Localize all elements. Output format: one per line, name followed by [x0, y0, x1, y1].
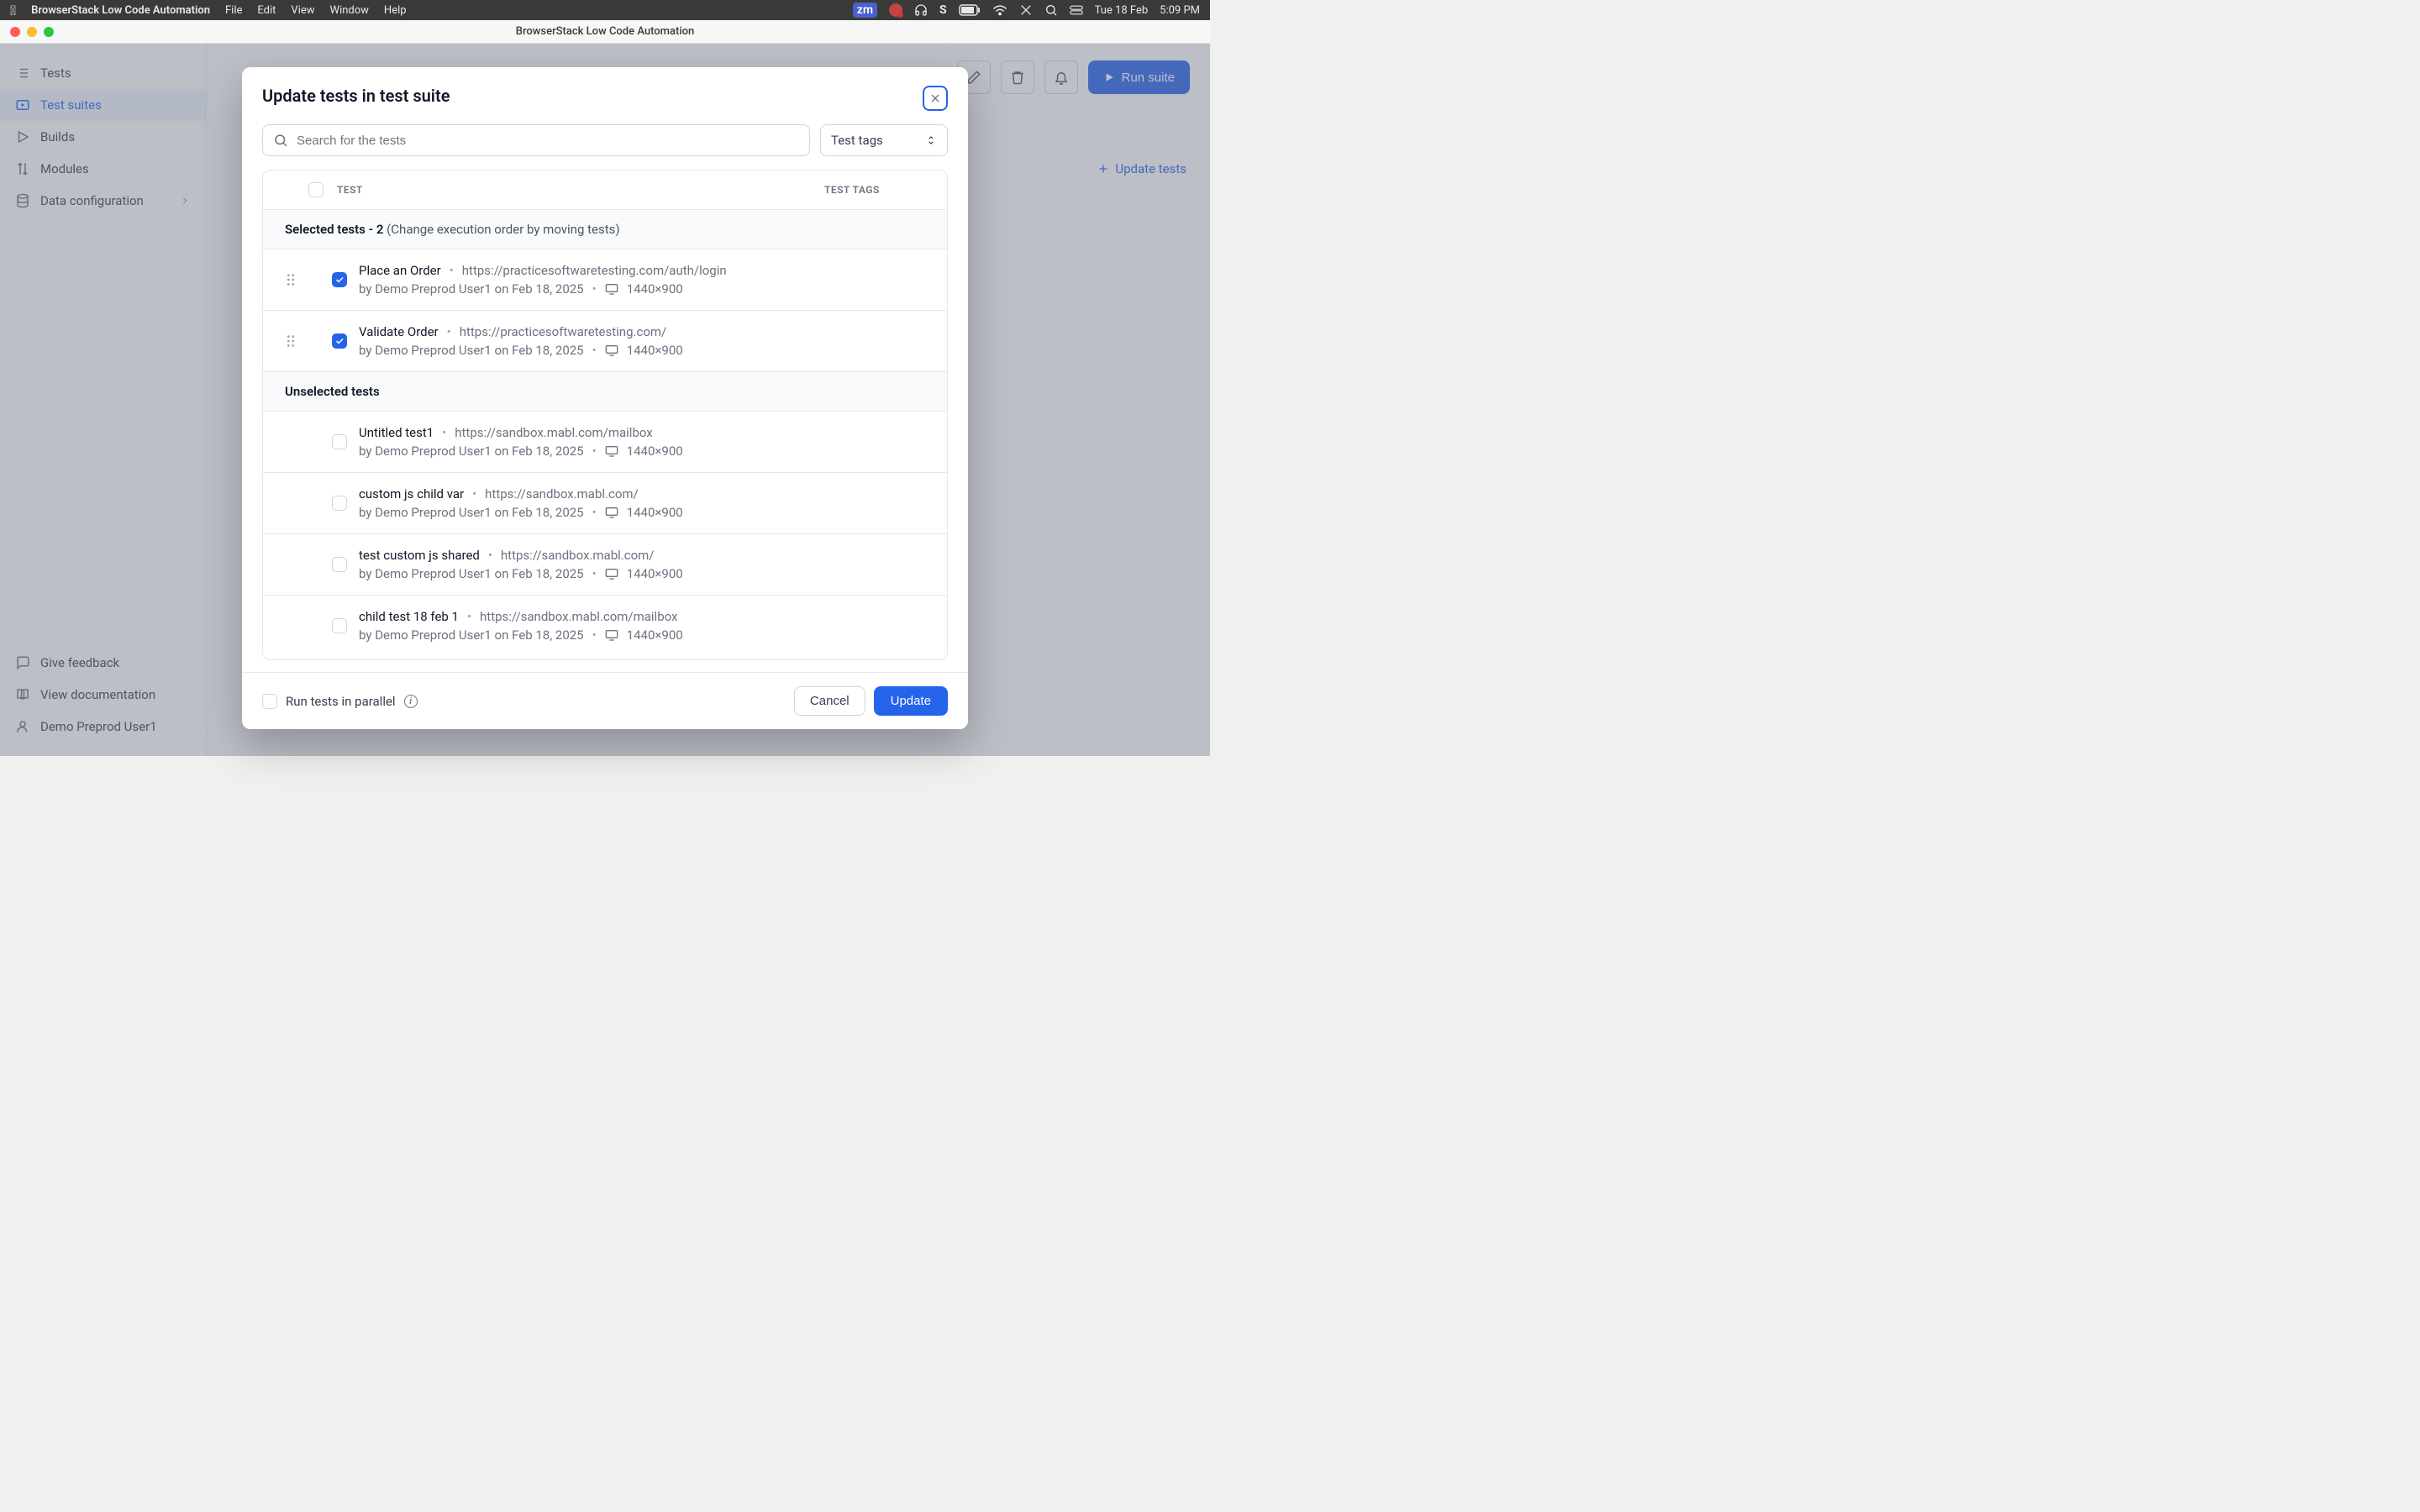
test-tags-select[interactable]: Test tags	[820, 124, 948, 156]
unselected-tests-section-header: Unselected tests	[263, 372, 947, 412]
menu-edit[interactable]: Edit	[257, 4, 276, 17]
test-row-unselected: Untitled test1 • https://sandbox.mabl.co…	[263, 412, 947, 473]
test-date: Feb 18, 2025	[512, 281, 584, 297]
menu-file[interactable]: File	[225, 4, 242, 17]
update-tests-modal: Update tests in test suite Test tags	[242, 67, 968, 729]
info-icon[interactable]: i	[404, 695, 418, 708]
selected-tests-section-header: Selected tests - 2 (Change execution ord…	[263, 210, 947, 249]
wifi-menubar-icon[interactable]	[992, 4, 1007, 16]
test-checkbox[interactable]	[332, 496, 347, 511]
monitor-icon	[605, 283, 618, 295]
test-row-unselected: test custom js shared • https://sandbox.…	[263, 534, 947, 596]
spotlight-search-icon[interactable]	[1044, 3, 1058, 17]
run-parallel-option[interactable]: Run tests in parallel i	[262, 694, 418, 709]
test-url: https://practicesoftwaretesting.com/	[460, 324, 667, 339]
test-row-selected: Place an Order • https://practicesoftwar…	[263, 249, 947, 311]
test-name: Place an Order	[359, 263, 441, 278]
test-name: Validate Order	[359, 324, 439, 339]
search-tests-input[interactable]	[297, 134, 799, 148]
test-url: https://sandbox.mabl.com/	[485, 486, 639, 501]
test-checkbox[interactable]	[332, 272, 347, 287]
test-url: https://sandbox.mabl.com/	[501, 548, 655, 563]
monitor-icon	[605, 445, 618, 457]
test-checkbox[interactable]	[332, 333, 347, 349]
column-header-tags: TEST TAGS	[824, 184, 925, 196]
test-checkbox[interactable]	[332, 434, 347, 449]
column-header-test: TEST	[337, 184, 824, 196]
menu-help[interactable]: Help	[384, 4, 407, 17]
test-row-unselected: child test 18 feb 1 • https://sandbox.ma…	[263, 596, 947, 656]
record-menubar-icon[interactable]	[889, 3, 902, 17]
macos-menubar:  BrowserStack Low Code Automation File …	[0, 0, 1210, 20]
window-titlebar: BrowserStack Low Code Automation	[0, 20, 1210, 44]
menubar-time[interactable]: 5:09 PM	[1160, 4, 1200, 17]
test-name: custom js child var	[359, 486, 464, 501]
modal-footer: Run tests in parallel i Cancel Update	[242, 672, 968, 729]
test-url: https://practicesoftwaretesting.com/auth…	[462, 263, 727, 278]
modal-overlay[interactable]: Update tests in test suite Test tags	[0, 44, 1210, 756]
window-close-button[interactable]	[10, 27, 20, 37]
tests-table: TEST TEST TAGS Selected tests - 2 (Chang…	[262, 170, 948, 660]
cancel-button[interactable]: Cancel	[794, 686, 865, 716]
test-url: https://sandbox.mabl.com/mailbox	[480, 609, 677, 624]
tools-menubar-icon[interactable]	[1019, 3, 1033, 17]
test-url: https://sandbox.mabl.com/mailbox	[455, 425, 652, 440]
monitor-icon	[605, 507, 618, 518]
window-minimize-button[interactable]	[27, 27, 37, 37]
run-parallel-label: Run tests in parallel	[286, 694, 396, 709]
drag-handle-icon[interactable]	[285, 272, 297, 287]
s-menubar-icon[interactable]: S	[939, 3, 947, 17]
window-title: BrowserStack Low Code Automation	[516, 25, 695, 38]
test-resolution: 1440×900	[627, 281, 683, 297]
test-row-selected: Validate Order • https://practicesoftwar…	[263, 311, 947, 372]
test-row-unselected: custom js child var • https://sandbox.ma…	[263, 473, 947, 534]
zoom-menubar-icon[interactable]: zm	[853, 3, 877, 18]
test-checkbox[interactable]	[332, 557, 347, 572]
apple-logo-icon[interactable]: 	[10, 3, 16, 18]
menubar-app-name[interactable]: BrowserStack Low Code Automation	[31, 4, 210, 17]
test-name: Untitled test1	[359, 425, 434, 440]
window-zoom-button[interactable]	[44, 27, 54, 37]
update-button[interactable]: Update	[874, 686, 948, 716]
test-name: child test 18 feb 1	[359, 609, 459, 624]
search-icon	[273, 133, 288, 148]
menu-view[interactable]: View	[291, 4, 314, 17]
table-header: TEST TEST TAGS	[263, 171, 947, 210]
monitor-icon	[605, 568, 618, 580]
test-name: test custom js shared	[359, 548, 480, 563]
monitor-icon	[605, 629, 618, 641]
headphones-menubar-icon[interactable]	[914, 3, 928, 17]
test-author: Demo Preprod User1	[375, 281, 492, 297]
drag-handle-icon[interactable]	[285, 333, 297, 349]
menubar-date[interactable]: Tue 18 Feb	[1095, 4, 1149, 17]
search-tests-input-wrapper[interactable]	[262, 124, 810, 156]
test-tags-label: Test tags	[831, 133, 883, 148]
modal-title: Update tests in test suite	[262, 86, 450, 106]
monitor-icon	[605, 344, 618, 356]
test-checkbox[interactable]	[332, 618, 347, 633]
modal-close-button[interactable]	[923, 86, 948, 111]
select-chevron-icon	[925, 133, 937, 148]
battery-menubar-icon[interactable]	[959, 4, 981, 16]
menu-window[interactable]: Window	[330, 4, 369, 17]
run-parallel-checkbox[interactable]	[262, 694, 277, 709]
select-all-checkbox[interactable]	[308, 182, 324, 197]
tests-table-body: Place an Order • https://practicesoftwar…	[263, 249, 947, 659]
control-center-icon[interactable]	[1070, 5, 1083, 15]
